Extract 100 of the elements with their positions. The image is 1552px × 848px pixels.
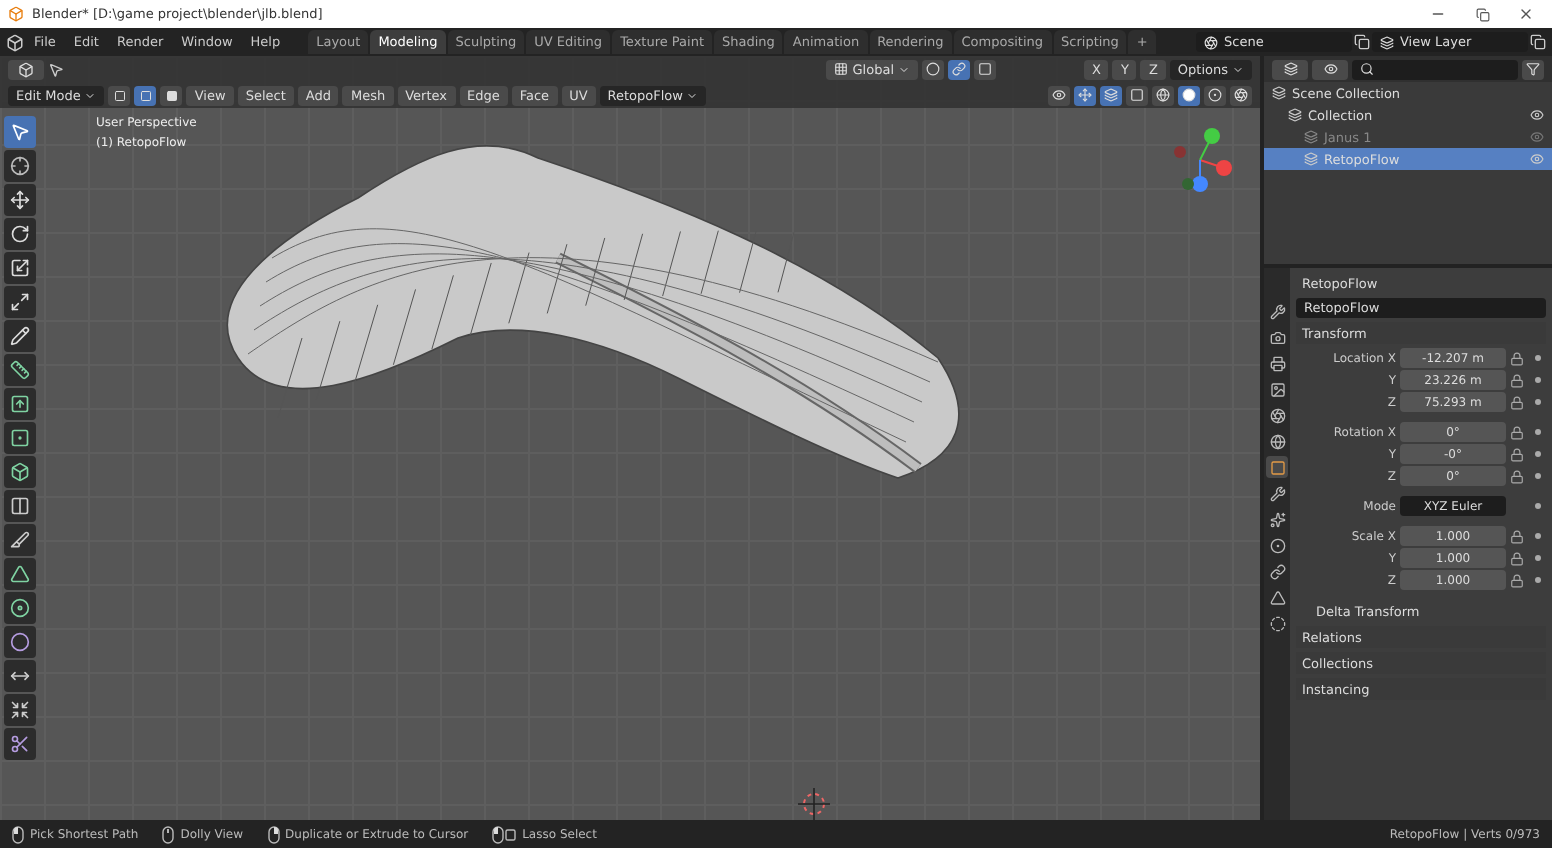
restore-icon[interactable] [1475, 7, 1489, 21]
scale-tool[interactable] [4, 252, 36, 284]
pivot-button[interactable] [922, 59, 945, 79]
visibility-button[interactable] [1048, 85, 1070, 105]
knife-tool[interactable] [4, 524, 36, 556]
gizmo-button[interactable] [1074, 85, 1096, 105]
ruler-tool[interactable] [4, 354, 36, 386]
shrink-tool[interactable] [4, 694, 36, 726]
wrench-tab[interactable] [1266, 300, 1288, 322]
key-mouse-icon [492, 825, 517, 843]
square-tab[interactable] [1266, 456, 1288, 478]
keyframe-dot-icon[interactable] [1534, 398, 1542, 406]
collection-icon [1304, 152, 1318, 166]
move-icon [10, 190, 30, 210]
material-shading-button[interactable] [1204, 85, 1226, 105]
wrench-tab[interactable] [1266, 482, 1288, 504]
keyframe-dot-icon[interactable] [1534, 428, 1542, 436]
spin-icon [10, 598, 30, 618]
lock-icon[interactable] [1510, 373, 1524, 387]
display-mode-button[interactable] [1312, 59, 1348, 79]
circle-dot-tab[interactable] [1266, 534, 1288, 556]
mouse-right-icon [267, 825, 280, 843]
keyframe-dot-icon[interactable] [1534, 472, 1542, 480]
triangle-icon [10, 564, 30, 584]
close-icon[interactable] [1518, 6, 1534, 22]
scissors-tool[interactable] [4, 728, 36, 760]
lock-icon[interactable] [1510, 551, 1524, 565]
sparkles-tab[interactable] [1266, 508, 1288, 530]
aperture-tab[interactable] [1266, 404, 1288, 426]
filter-button[interactable] [1522, 59, 1544, 79]
eye-icon[interactable] [1530, 108, 1544, 122]
wireframe-shading-button[interactable] [1152, 85, 1174, 105]
image-icon [1269, 381, 1285, 397]
snap-button[interactable] [948, 59, 971, 79]
lock-icon[interactable] [1510, 447, 1524, 461]
triangle-tool[interactable] [4, 558, 36, 590]
loop-cut-icon [10, 496, 30, 516]
sphere-tab[interactable] [1266, 612, 1288, 634]
edge-select-button[interactable] [134, 85, 157, 105]
camera-tab[interactable] [1266, 326, 1288, 348]
collection-icon [1304, 130, 1318, 144]
xray-button[interactable] [1126, 85, 1148, 105]
lock-icon[interactable] [1510, 529, 1524, 543]
new-layer-icon[interactable] [1530, 34, 1546, 50]
inset-icon [10, 428, 30, 448]
move-icon [1078, 88, 1092, 102]
cursor-arrow-icon[interactable] [48, 61, 64, 77]
keyframe-dot-icon[interactable] [1534, 532, 1542, 540]
keyframe-dot-icon[interactable] [1534, 502, 1542, 510]
link-tab[interactable] [1266, 560, 1288, 582]
proportional-button[interactable] [974, 59, 997, 79]
lock-icon[interactable] [1510, 351, 1524, 365]
keyframe-dot-icon[interactable] [1534, 450, 1542, 458]
spin-tool[interactable] [4, 592, 36, 624]
lock-icon[interactable] [1510, 395, 1524, 409]
render-shading-button[interactable] [1230, 85, 1252, 105]
lock-icon[interactable] [1510, 425, 1524, 439]
new-scene-icon[interactable] [1354, 34, 1370, 50]
shrink-icon [10, 700, 30, 720]
aperture-icon [1234, 88, 1248, 102]
circle-dot-icon [1208, 88, 1222, 102]
face-select-button[interactable] [160, 85, 183, 105]
solid-shading-button[interactable] [1178, 85, 1200, 105]
extrude-tool[interactable] [4, 388, 36, 420]
keyframe-dot-icon[interactable] [1534, 376, 1542, 384]
circle-icon [1182, 88, 1196, 102]
lock-icon[interactable] [1510, 469, 1524, 483]
editor-type-button[interactable] [8, 59, 44, 79]
mouse-left-icon [12, 825, 24, 843]
link-icon [952, 62, 967, 76]
globe-tab[interactable] [1266, 430, 1288, 452]
edge-slide-tool[interactable] [4, 660, 36, 692]
loop-cut-tool[interactable] [4, 490, 36, 522]
editor-type-button[interactable] [1272, 59, 1308, 79]
keyframe-dot-icon[interactable] [1534, 554, 1542, 562]
camera-icon [1269, 329, 1285, 345]
move-tool[interactable] [4, 184, 36, 216]
extrude-icon [10, 394, 30, 414]
lock-icon[interactable] [1510, 573, 1524, 587]
sparkles-icon [1269, 511, 1285, 527]
rotate-tool[interactable] [4, 218, 36, 250]
bevel-tool[interactable] [4, 456, 36, 488]
inset-tool[interactable] [4, 422, 36, 454]
search-icon [1360, 62, 1374, 76]
image-tab[interactable] [1266, 378, 1288, 400]
vertex-select-button[interactable] [108, 85, 131, 105]
circle-tool[interactable] [4, 626, 36, 658]
keyframe-dot-icon[interactable] [1534, 354, 1542, 362]
search-field[interactable] [1352, 59, 1518, 79]
overlay-button[interactable] [1100, 85, 1122, 105]
app-logo-icon[interactable] [6, 33, 24, 51]
transform-tool[interactable] [4, 286, 36, 318]
caret-icon [686, 89, 699, 101]
globe-icon [1269, 433, 1285, 449]
keyframe-dot-icon[interactable] [1534, 576, 1542, 584]
crosshair-tool[interactable] [4, 150, 36, 182]
triangle-tab[interactable] [1266, 586, 1288, 608]
pencil-tool[interactable] [4, 320, 36, 352]
printer-tab[interactable] [1266, 352, 1288, 374]
cursor-arrow-tool[interactable] [4, 116, 36, 148]
